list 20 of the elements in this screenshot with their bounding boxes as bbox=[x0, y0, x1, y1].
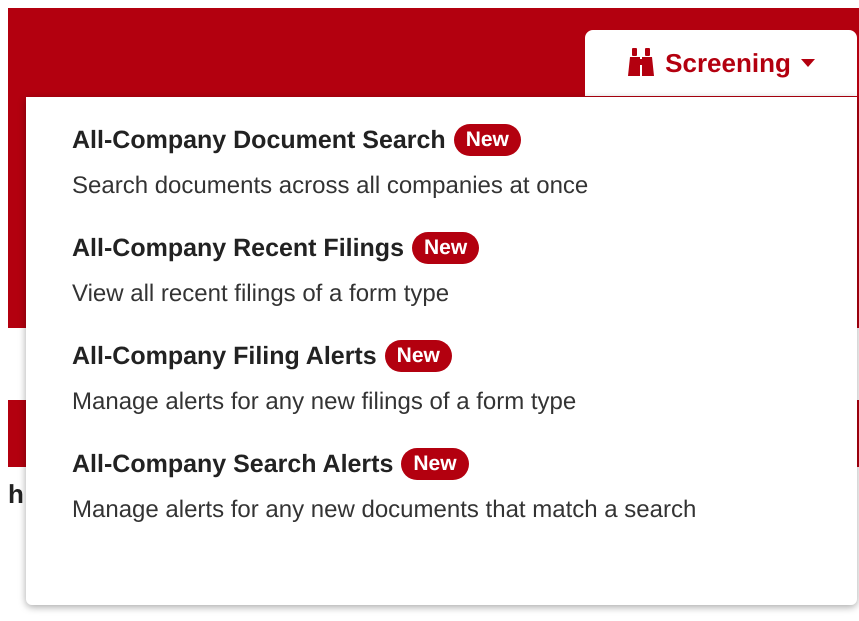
menu-item-description: Search documents across all companies at once bbox=[72, 171, 590, 201]
caret-icon bbox=[800, 59, 815, 67]
menu-item[interactable]: All-Company Document Search New Search documents across all companies at once bbox=[72, 123, 857, 201]
menu-item-title: All-Company Recent Filings bbox=[72, 233, 404, 264]
menu-item[interactable]: All-Company Search Alerts New Manage alerts for any new documents that match a search bbox=[72, 447, 857, 525]
screening-button[interactable]: Screening bbox=[585, 30, 857, 96]
menu-item[interactable]: All-Company Recent Filings New View all recent filings of a form type bbox=[72, 231, 857, 309]
new-badge: New bbox=[454, 124, 521, 156]
new-badge: New bbox=[401, 448, 469, 480]
menu-item-title: All-Company Search Alerts bbox=[72, 449, 394, 480]
menu-item-title: All-Company Filing Alerts bbox=[72, 341, 377, 372]
menu-item[interactable]: All-Company Filing Alerts New Manage alerts for any new filings of a form type bbox=[72, 339, 857, 417]
new-badge: New bbox=[412, 232, 480, 264]
binoculars-icon bbox=[627, 48, 656, 78]
menu-item-description: Manage alerts for any new filings of a form type bbox=[72, 387, 578, 417]
page-text: h bbox=[8, 479, 24, 509]
menu-item-description: Manage alerts for any new documents that match a search bbox=[72, 495, 698, 525]
menu-item-description: View all recent filings of a form type bbox=[72, 279, 450, 309]
menu-item-title: All-Company Document Search bbox=[72, 125, 446, 156]
new-badge: New bbox=[384, 340, 452, 372]
